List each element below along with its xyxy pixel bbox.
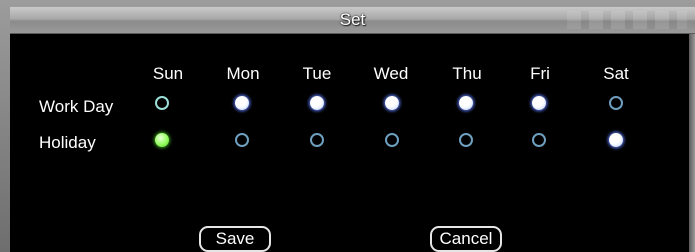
save-button[interactable]: Save (199, 226, 271, 252)
radio-holiday-thu[interactable] (459, 133, 473, 147)
radio-work-day-mon[interactable] (235, 96, 249, 110)
cancel-button[interactable]: Cancel (430, 226, 502, 252)
dialog-window: Set Sun Mon Tue Wed Thu Fri Sat Work Day Holiday… (0, 0, 695, 252)
day-header-fri: Fri (530, 64, 550, 83)
radio-work-day-thu[interactable] (459, 96, 473, 110)
radio-work-day-fri[interactable] (532, 96, 546, 110)
radio-holiday-sat[interactable] (609, 133, 623, 147)
day-header-wed: Wed (373, 64, 409, 83)
day-header-tue: Tue (302, 64, 332, 83)
day-header-sun: Sun (152, 64, 184, 83)
row-label-holiday: Holiday (39, 133, 96, 152)
radio-holiday-mon[interactable] (235, 133, 249, 147)
row-label-work-day: Work Day (39, 97, 114, 116)
radio-work-day-sun[interactable] (155, 96, 169, 110)
radio-holiday-tue[interactable] (310, 133, 324, 147)
radio-work-day-sat[interactable] (609, 96, 623, 110)
day-header-sat: Sat (603, 64, 629, 83)
window-edge (689, 34, 695, 252)
dialog-title: Set (339, 10, 366, 29)
day-header-thu: Thu (452, 64, 482, 83)
radio-holiday-sun[interactable] (155, 133, 169, 147)
radio-work-day-wed[interactable] (385, 96, 399, 110)
radio-holiday-fri[interactable] (532, 133, 546, 147)
radio-work-day-tue[interactable] (310, 96, 324, 110)
title-bar[interactable]: Set (10, 7, 695, 34)
schedule-panel (10, 34, 689, 252)
day-header-mon: Mon (226, 64, 260, 83)
radio-holiday-wed[interactable] (385, 133, 399, 147)
